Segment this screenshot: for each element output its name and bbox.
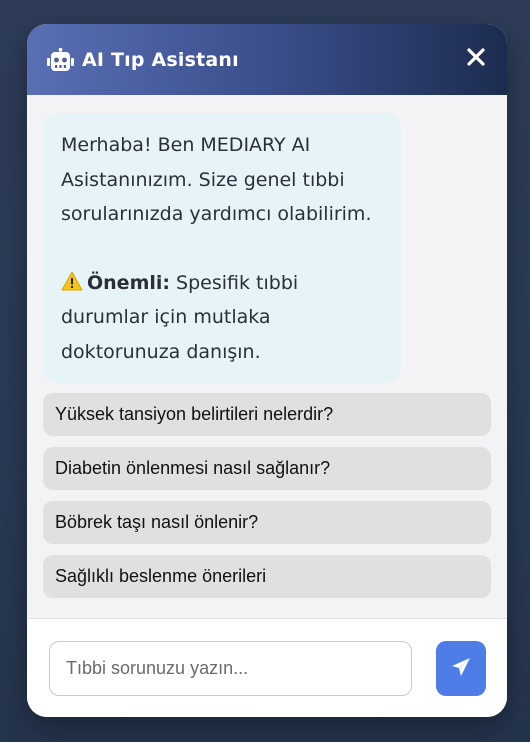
warning-line: Önemli: Spesifik tıbbi durumlar için mut… — [61, 266, 383, 370]
suggestion-chip[interactable]: Diabetin önlenmesi nasıl sağlanır? — [43, 447, 491, 490]
warning-icon — [61, 268, 83, 290]
suggestion-chip[interactable]: Sağlıklı beslenme önerileri — [43, 555, 491, 598]
message-list: Merhaba! Ben MEDIARY AI Asistanınızım. S… — [27, 95, 507, 618]
assistant-message: Merhaba! Ben MEDIARY AI Asistanınızım. S… — [43, 113, 401, 383]
close-icon — [467, 48, 485, 70]
suggestion-list: Yüksek tansiyon belirtileri nelerdir? Di… — [43, 393, 491, 609]
composer — [27, 618, 507, 717]
message-input[interactable] — [49, 641, 412, 696]
close-button[interactable] — [465, 46, 487, 72]
greeting-text: Merhaba! Ben MEDIARY AI Asistanınızım. S… — [61, 134, 372, 225]
chat-header: AI Tıp Asistanı — [27, 24, 507, 95]
suggestion-chip[interactable]: Yüksek tansiyon belirtileri nelerdir? — [43, 393, 491, 436]
warning-label: Önemli: — [87, 271, 170, 294]
paper-plane-icon — [451, 657, 471, 680]
robot-icon — [47, 47, 74, 72]
send-button[interactable] — [436, 641, 486, 696]
chat-title: AI Tıp Asistanı — [82, 48, 239, 71]
chat-window: AI Tıp Asistanı Merhaba! Ben MEDIARY AI … — [27, 24, 507, 717]
suggestion-chip[interactable]: Böbrek taşı nasıl önlenir? — [43, 501, 491, 544]
